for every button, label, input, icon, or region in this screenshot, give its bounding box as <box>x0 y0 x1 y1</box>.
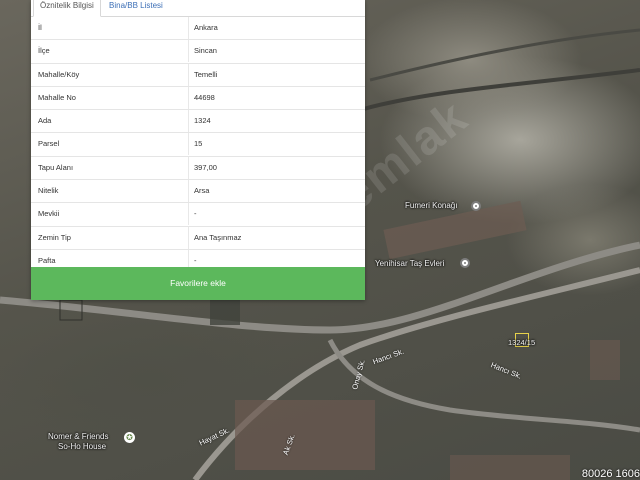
table-row: Ada 1324 <box>31 110 365 134</box>
attribute-key: Mahalle/Köy <box>38 69 80 79</box>
table-row: Mevkii - <box>31 203 365 227</box>
attribute-table: İl Ankara İlçe Sincan Mahalle/Köy Temelli M… <box>31 17 365 274</box>
attribute-key: Mevkii <box>38 209 60 219</box>
attribute-value: - <box>194 209 197 219</box>
attribute-value: 44698 <box>194 92 215 102</box>
attribute-key: Parsel <box>38 139 60 149</box>
star-pin-icon[interactable]: ✪ <box>124 432 135 443</box>
place-label-nomer-line1[interactable]: Nomer & Friends <box>48 432 108 441</box>
attribute-key: İlçe <box>38 46 50 56</box>
attribute-key: Nitelik <box>38 186 59 196</box>
attribute-value: Arsa <box>194 186 210 196</box>
attribute-value: 397,00 <box>194 162 217 172</box>
table-row: Parsel 15 <box>31 133 365 157</box>
table-row: Nitelik Arsa <box>31 180 365 204</box>
table-row: İlçe Sincan <box>31 40 365 64</box>
attribute-value: 1324 <box>194 116 211 126</box>
table-row: Tapu Alanı 397,00 <box>31 156 365 181</box>
tab-attribute-info[interactable]: Öznitelik Bilgisi <box>33 0 101 17</box>
add-to-favorites-button[interactable]: Favorilere ekle <box>31 267 365 300</box>
attribute-key: Mahalle No <box>38 92 76 102</box>
coordinate-readout: 80026 1606 <box>581 468 640 480</box>
attribute-key: İl <box>38 23 42 32</box>
panel-tabs: Öznitelik Bilgisi Bina/BB Listesi <box>31 0 365 17</box>
tab-building-list[interactable]: Bina/BB Listesi <box>103 0 169 16</box>
attribute-value: Ana Taşınmaz <box>194 232 242 242</box>
parcel-label: 1324/15 <box>508 338 536 347</box>
attribute-key: Ada <box>38 116 52 126</box>
place-label-yenihisar[interactable]: Yenihisar Taş Evleri <box>375 259 444 268</box>
place-label-nomer-line2[interactable]: So-Ho House <box>58 442 106 451</box>
attribute-key: Zemin Tip <box>38 232 71 242</box>
place-label-fumeri[interactable]: Fumeri Konağı <box>405 201 457 210</box>
attribute-value: Temelli <box>194 69 218 79</box>
attribute-value: Ankara <box>194 23 218 32</box>
table-row: Zemin Tip Ana Taşınmaz <box>31 226 365 250</box>
attribute-value: 15 <box>194 139 203 149</box>
location-pin-icon[interactable] <box>471 201 481 211</box>
table-row: İl Ankara <box>31 17 365 41</box>
attribute-value: Sincan <box>194 46 217 56</box>
attribute-key: Tapu Alanı <box>38 162 74 172</box>
table-row: Mahalle No 44698 <box>31 86 365 111</box>
location-pin-icon[interactable] <box>460 258 470 268</box>
attribute-panel: Öznitelik Bilgisi Bina/BB Listesi İl Anka… <box>31 0 365 300</box>
table-row: Mahalle/Köy Temelli <box>31 63 365 87</box>
